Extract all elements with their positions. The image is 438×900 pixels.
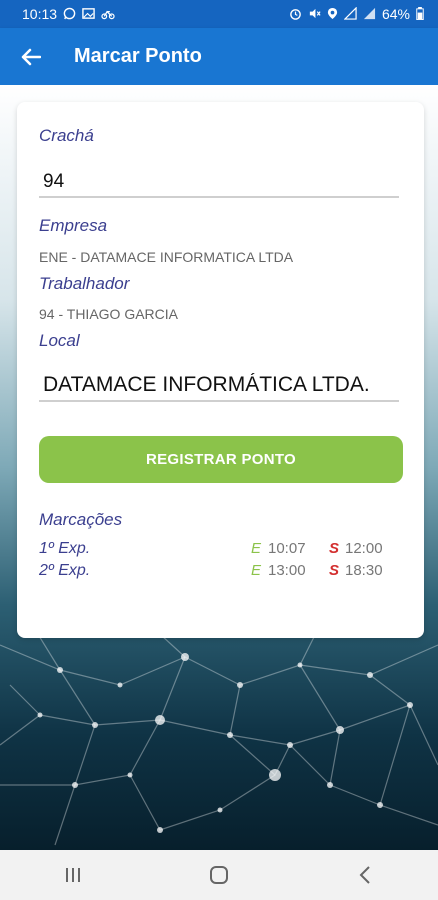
register-button[interactable]: REGISTRAR PONTO — [39, 436, 403, 483]
empresa-label: Empresa — [39, 216, 108, 235]
signal-icon — [363, 7, 376, 22]
status-left: 10:13 — [22, 6, 115, 22]
cracha-field[interactable] — [39, 168, 399, 198]
bike-icon — [101, 7, 115, 22]
alarm-icon — [289, 7, 302, 22]
local-field[interactable] — [39, 370, 399, 402]
marcacao-label: 1º Exp. — [39, 540, 91, 557]
arrow-left-icon — [21, 48, 41, 65]
entry-time: 13:00 — [268, 562, 306, 579]
battery-icon — [416, 6, 424, 22]
status-time: 10:13 — [22, 6, 58, 22]
battery-percent: 64% — [381, 6, 410, 22]
recent-apps-button[interactable] — [43, 855, 103, 895]
empresa-value: ENE - DATAMACE INFORMATICA LTDA — [39, 249, 294, 265]
home-button[interactable] — [189, 855, 249, 895]
entry-time: 10:07 — [268, 540, 306, 557]
entry-tag: E — [251, 562, 262, 579]
exit-time: 12:00 — [345, 540, 383, 557]
page-title: Marcar Ponto — [74, 45, 202, 67]
marcacao-label: 2º Exp. — [39, 562, 91, 579]
cracha-label: Crachá — [39, 126, 94, 145]
punch-card: Crachá Empresa ENE - DATAMACE INFORMATIC… — [17, 102, 424, 638]
local-input[interactable] — [39, 370, 399, 400]
recent-apps-icon — [66, 868, 80, 882]
status-bar: 10:13 64% — [0, 0, 438, 28]
exit-tag: S — [329, 562, 340, 579]
marcacao-row: 1º Exp. E 10:07 S 12:00 — [39, 540, 399, 560]
status-right: 64% — [289, 5, 424, 22]
system-back-button[interactable] — [335, 855, 395, 895]
exit-tag: S — [329, 540, 340, 557]
marcacao-row: 2º Exp. E 13:00 S 18:30 — [39, 562, 399, 582]
signal-icon — [343, 5, 357, 22]
app-bar: Marcar Ponto — [0, 28, 438, 85]
entry-tag: E — [251, 540, 262, 557]
mute-icon — [308, 7, 321, 22]
trabalhador-value: 94 - THIAGO GARCIA — [39, 306, 178, 322]
back-button[interactable] — [16, 42, 46, 72]
location-icon — [327, 7, 338, 22]
local-label: Local — [39, 331, 80, 350]
back-icon — [359, 866, 370, 884]
image-icon — [82, 7, 95, 22]
marcacoes-title: Marcações — [39, 510, 123, 529]
system-nav-bar — [0, 850, 438, 900]
whatsapp-icon — [63, 7, 76, 22]
home-icon — [210, 866, 228, 884]
trabalhador-label: Trabalhador — [39, 274, 130, 293]
cracha-input[interactable] — [39, 168, 399, 196]
exit-time: 18:30 — [345, 562, 383, 579]
